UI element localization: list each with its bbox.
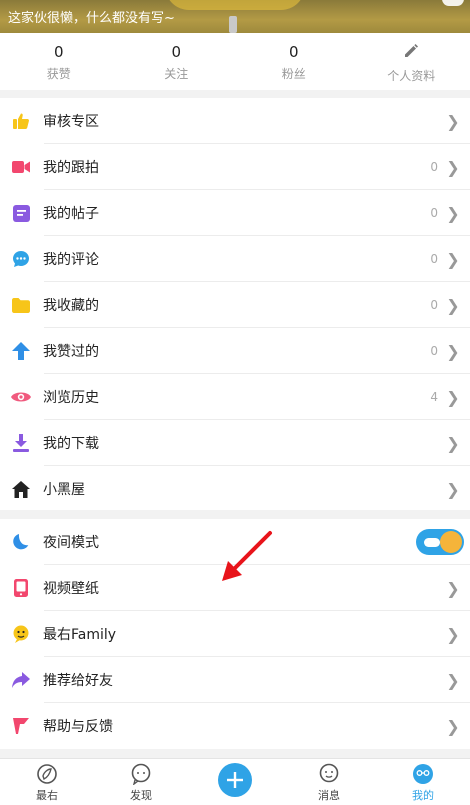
flag-icon	[11, 716, 31, 736]
tab-publish[interactable]	[188, 759, 282, 805]
profile-edit-button[interactable]: 个人资料	[353, 33, 470, 90]
download-icon	[11, 433, 31, 453]
menu-item-recommend-friends[interactable]: 推荐给好友 ❯	[0, 657, 470, 703]
banner-decoration	[165, 0, 305, 10]
sun-icon	[440, 531, 462, 553]
chevron-right-icon: ❯	[446, 157, 460, 177]
stat-likes[interactable]: 0 获赞	[0, 33, 118, 90]
tab-zuiyou[interactable]: 最右	[0, 759, 94, 805]
tab-label: 我的	[412, 789, 434, 802]
tab-discover[interactable]: 发现	[94, 759, 188, 805]
menu-item-label: 我赞过的	[43, 344, 99, 360]
menu-item-count: 0	[430, 160, 438, 174]
chevron-right-icon: ❯	[446, 249, 460, 269]
profile-edit-label: 个人资料	[387, 69, 436, 83]
menu-item-count: 0	[430, 206, 438, 220]
tab-label: 发现	[130, 789, 152, 802]
chevron-right-icon: ❯	[446, 203, 460, 223]
menu-item-label: 审核专区	[43, 114, 99, 130]
pencil-icon	[403, 43, 419, 61]
tab-label: 消息	[318, 789, 340, 802]
eye-icon	[11, 387, 31, 407]
stat-following[interactable]: 0 关注	[118, 33, 236, 90]
menu-item-label: 我的下载	[43, 436, 99, 452]
menu-item-my-follow-shots[interactable]: 我的跟拍 0 ❯	[0, 144, 470, 190]
menu-item-history[interactable]: 浏览历史 4 ❯	[0, 374, 470, 420]
discover-icon	[131, 763, 151, 785]
stat-followers[interactable]: 0 粉丝	[235, 33, 353, 90]
stat-following-value: 0	[171, 43, 182, 61]
chevron-right-icon: ❯	[446, 295, 460, 315]
stat-likes-value: 0	[53, 43, 64, 61]
menu-item-help-feedback[interactable]: 帮助与反馈 ❯	[0, 703, 470, 749]
menu-item-liked[interactable]: 我赞过的 0 ❯	[0, 328, 470, 374]
menu-item-zuiyou-family[interactable]: 最右Family ❯	[0, 611, 470, 657]
menu-item-label: 帮助与反馈	[43, 719, 113, 735]
bottom-tab-bar: 最右 发现 消息 我的	[0, 758, 470, 805]
moon-icon	[11, 532, 31, 552]
menu-item-count: 4	[430, 390, 438, 404]
menu-item-label: 我的评论	[43, 252, 99, 268]
message-icon	[319, 763, 339, 783]
menu-item-label: 浏览历史	[43, 390, 99, 406]
chevron-right-icon: ❯	[446, 387, 460, 407]
chevron-right-icon: ❯	[446, 433, 460, 453]
menu-item-label: 小黑屋	[43, 482, 85, 498]
house-icon	[11, 479, 31, 499]
tab-mine[interactable]: 我的	[376, 759, 470, 805]
menu-item-count: 0	[430, 298, 438, 312]
chevron-right-icon: ❯	[446, 341, 460, 361]
menu-item-review[interactable]: 审核专区 ❯	[0, 98, 470, 144]
profile-banner: 这家伙很懒，什么都没有写~	[0, 0, 470, 33]
menu-item-label: 推荐给好友	[43, 673, 113, 689]
zuiyou-icon	[37, 764, 57, 784]
phone-icon	[11, 578, 31, 598]
family-face-icon	[11, 624, 31, 644]
tab-label: 最右	[36, 789, 58, 802]
chevron-right-icon: ❯	[446, 716, 460, 736]
annotation-arrow-icon	[222, 531, 272, 581]
stat-followers-value: 0	[288, 43, 299, 61]
tab-messages[interactable]: 消息	[282, 759, 376, 805]
share-arrow-icon	[11, 670, 31, 690]
profile-icon	[413, 764, 433, 784]
comment-icon	[11, 249, 31, 269]
plus-icon	[218, 763, 252, 797]
menu-item-count: 0	[430, 344, 438, 358]
banner-corner-badge	[442, 0, 464, 6]
menu-item-label: 我的跟拍	[43, 160, 99, 176]
folder-icon	[11, 295, 31, 315]
menu-item-label: 我的帖子	[43, 206, 99, 222]
post-icon	[11, 203, 31, 223]
stats-bar: 0 获赞 0 关注 0 粉丝 个人资料	[0, 33, 470, 90]
profile-bio: 这家伙很懒，什么都没有写~	[8, 11, 175, 26]
menu-item-count: 0	[430, 252, 438, 266]
chevron-right-icon: ❯	[446, 578, 460, 598]
menu-item-my-comments[interactable]: 我的评论 0 ❯	[0, 236, 470, 282]
banner-decoration-stick	[229, 16, 237, 33]
cloud-icon	[424, 538, 440, 547]
chevron-right-icon: ❯	[446, 670, 460, 690]
menu-item-my-posts[interactable]: 我的帖子 0 ❯	[0, 190, 470, 236]
video-camera-icon	[11, 157, 31, 177]
menu-item-blacklist[interactable]: 小黑屋 ❯	[0, 466, 470, 512]
chevron-right-icon: ❯	[446, 111, 460, 131]
menu-item-my-favorites[interactable]: 我收藏的 0 ❯	[0, 282, 470, 328]
thumbs-up-icon	[11, 111, 31, 131]
menu-item-label: 我收藏的	[43, 298, 99, 314]
night-mode-toggle[interactable]	[416, 529, 464, 555]
stat-following-label: 关注	[164, 67, 189, 81]
up-arrow-icon	[11, 341, 31, 361]
chevron-right-icon: ❯	[446, 624, 460, 644]
menu-item-downloads[interactable]: 我的下载 ❯	[0, 420, 470, 466]
menu-section-main: 审核专区 ❯ 我的跟拍 0 ❯ 我的帖子 0 ❯ 我的评论 0 ❯ 我收藏的 0…	[0, 98, 470, 510]
chevron-right-icon: ❯	[446, 479, 460, 499]
stat-likes-label: 获赞	[46, 67, 71, 81]
stat-followers-label: 粉丝	[281, 67, 306, 81]
menu-item-label: 最右Family	[43, 627, 117, 643]
